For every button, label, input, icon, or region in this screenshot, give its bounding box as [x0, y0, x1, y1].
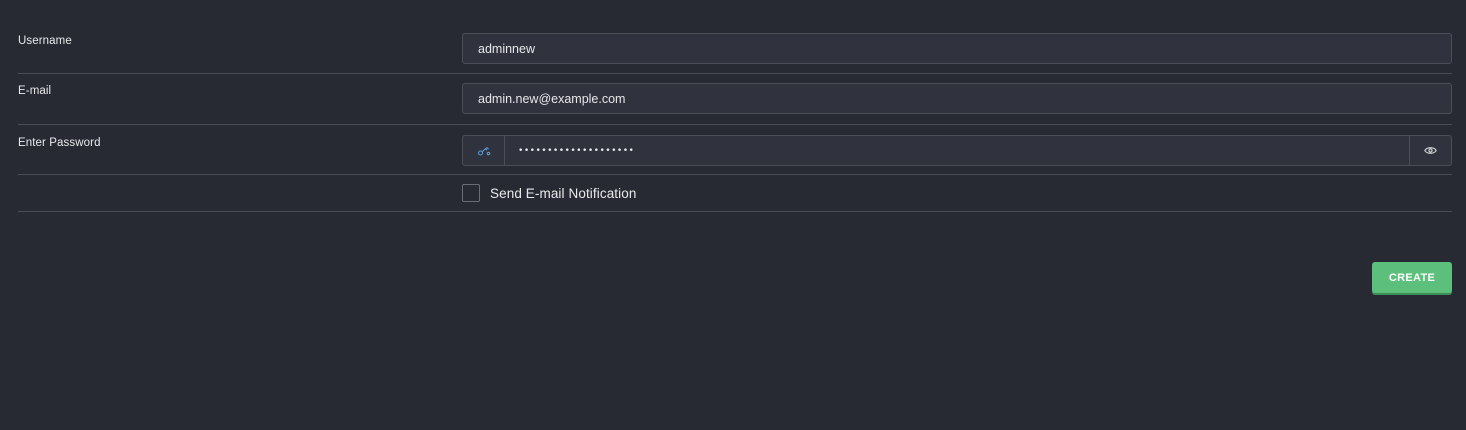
- password-input[interactable]: ••••••••••••••••••••: [505, 135, 1409, 166]
- username-row: Username: [18, 23, 1452, 74]
- notification-checkbox-wrap: Send E-mail Notification: [462, 184, 636, 202]
- toggle-password-visibility-button[interactable]: [1409, 135, 1452, 166]
- password-label: Enter Password: [18, 137, 101, 149]
- send-email-notification-label[interactable]: Send E-mail Notification: [490, 186, 636, 201]
- email-field-wrap: [462, 83, 1452, 114]
- password-row: Enter Password ••••••••••••••••••••: [18, 125, 1452, 175]
- eye-icon: [1424, 147, 1437, 154]
- send-email-notification-checkbox[interactable]: [462, 184, 480, 202]
- email-input[interactable]: [462, 83, 1452, 114]
- notification-row: Send E-mail Notification: [18, 175, 1452, 212]
- password-input-group: ••••••••••••••••••••: [462, 135, 1452, 166]
- user-create-form: Username E-mail Enter Password: [18, 23, 1452, 212]
- key-generate-icon: [477, 146, 490, 156]
- generate-password-button[interactable]: [462, 135, 505, 166]
- email-label: E-mail: [18, 85, 52, 97]
- email-row: E-mail: [18, 74, 1452, 125]
- username-input[interactable]: [462, 33, 1452, 64]
- username-label: Username: [18, 35, 72, 47]
- create-button[interactable]: CREATE: [1372, 262, 1452, 293]
- username-field-wrap: [462, 33, 1452, 64]
